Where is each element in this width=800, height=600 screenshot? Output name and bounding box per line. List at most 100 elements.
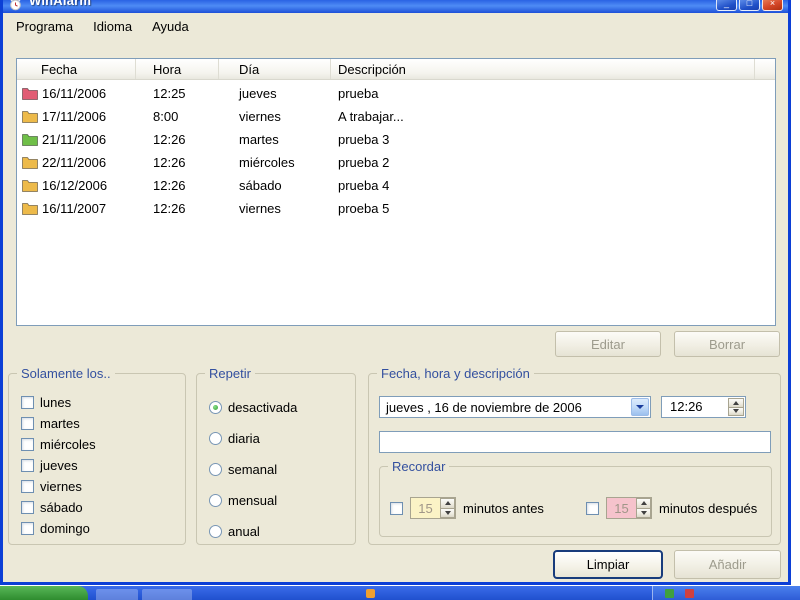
chevron-down-icon[interactable] [631, 398, 649, 416]
description-input[interactable] [379, 431, 771, 453]
list-row[interactable]: 16/11/2007 12:26 viernes proeba 5 [17, 197, 775, 220]
tray-flag-icon[interactable] [685, 589, 694, 598]
start-button[interactable] [0, 586, 88, 600]
notification-icon[interactable] [366, 589, 375, 598]
radio-mensual[interactable]: mensual [209, 493, 297, 508]
radio-label: diaria [228, 430, 260, 446]
remind-after-label: minutos después [659, 500, 758, 516]
group-recordar-title: Recordar [388, 459, 450, 474]
checkbox-box[interactable] [21, 479, 34, 493]
checkbox-box[interactable] [21, 395, 34, 409]
cell-dia: martes [239, 132, 279, 147]
checkbox-martes[interactable]: martes [21, 415, 96, 431]
radio-label: semanal [228, 461, 278, 477]
cell-descripcion: prueba [338, 86, 379, 101]
cell-hora: 12:26 [153, 155, 186, 170]
spin-up-button[interactable] [636, 498, 651, 509]
cell-descripcion: prueba 3 [338, 132, 390, 147]
checkbox-sabado[interactable]: sábado [21, 499, 96, 515]
menu-item-idioma[interactable]: Idioma [83, 15, 142, 38]
checkbox-box[interactable] [21, 521, 34, 535]
time-spinner[interactable]: 12:26 [661, 396, 746, 418]
checkbox-box[interactable] [21, 458, 34, 472]
checkbox-label: viernes [40, 478, 82, 494]
spin-up-button[interactable] [440, 498, 455, 509]
checkbox-domingo[interactable]: domingo [21, 521, 96, 536]
cell-descripcion: A trabajar... [338, 109, 404, 124]
radio-semanal[interactable]: semanal [209, 461, 297, 477]
menu-item-ayuda[interactable]: Ayuda [142, 15, 199, 38]
cell-dia: sábado [239, 178, 282, 193]
header-spacer [755, 59, 775, 79]
spin-down-button[interactable] [636, 508, 651, 518]
radio-circle[interactable] [209, 462, 222, 476]
radio-circle[interactable] [209, 524, 222, 538]
cell-descripcion: prueba 4 [338, 178, 390, 193]
remind-after-checkbox[interactable] [586, 501, 599, 515]
radio-anual[interactable]: anual [209, 524, 297, 539]
remind-before-label: minutos antes [463, 500, 544, 516]
cell-dia: jueves [239, 86, 277, 101]
tray-shield-icon[interactable] [665, 589, 674, 598]
checkbox-box[interactable] [21, 416, 34, 430]
header-dia[interactable]: Día [219, 59, 331, 79]
date-combobox[interactable]: jueves , 16 de noviembre de 2006 [379, 396, 651, 418]
anadir-button[interactable]: Añadir [674, 550, 781, 579]
header-hora[interactable]: Hora [136, 59, 219, 79]
checkbox-box[interactable] [21, 437, 34, 451]
cell-descripcion: proeba 5 [338, 201, 390, 216]
menu-item-programa[interactable]: Programa [6, 15, 83, 38]
cell-hora: 12:26 [153, 201, 186, 216]
taskbar [0, 586, 800, 600]
remind-before-checkbox[interactable] [390, 501, 403, 515]
cell-dia: miércoles [239, 155, 295, 170]
editar-button[interactable]: Editar [555, 331, 661, 357]
remind-before-row: 15 minutos antes [390, 497, 544, 519]
header-fecha[interactable]: Fecha [17, 59, 136, 79]
remind-after-row: 15 minutos después [586, 497, 757, 519]
checkbox-label: martes [40, 415, 80, 431]
radio-circle[interactable] [209, 400, 222, 414]
titlebar[interactable]: WinAlarm _ □ × [3, 0, 788, 13]
taskbar-button[interactable] [96, 589, 138, 600]
radio-desactivada[interactable]: desactivada [209, 400, 297, 415]
limpiar-button[interactable]: Limpiar [553, 550, 663, 579]
remind-before-spinner[interactable]: 15 [410, 497, 456, 519]
maximize-button[interactable]: □ [739, 0, 760, 11]
taskbar-button[interactable] [142, 589, 192, 600]
header-descripcion[interactable]: Descripción [331, 59, 755, 79]
cell-dia: viernes [239, 201, 281, 216]
cell-hora: 12:26 [153, 132, 186, 147]
day-checkbox-list: lunes martes miércoles jueves viernes sá… [21, 395, 96, 536]
checkbox-viernes[interactable]: viernes [21, 478, 96, 494]
folder-icon [22, 133, 38, 146]
spin-up-button[interactable] [728, 398, 744, 408]
list-row[interactable]: 21/11/2006 12:26 martes prueba 3 [17, 128, 775, 151]
checkbox-lunes[interactable]: lunes [21, 395, 96, 410]
spin-down-button[interactable] [728, 407, 744, 416]
remind-before-value: 15 [411, 498, 440, 518]
checkbox-box[interactable] [21, 500, 34, 514]
radio-circle[interactable] [209, 431, 222, 445]
cell-fecha: 16/12/2006 [42, 178, 108, 193]
list-row[interactable]: 22/11/2006 12:26 miércoles prueba 2 [17, 151, 775, 174]
radio-circle[interactable] [209, 493, 222, 507]
close-button[interactable]: × [762, 0, 783, 11]
minimize-button[interactable]: _ [716, 0, 737, 11]
list-row[interactable]: 16/12/2006 12:26 sábado prueba 4 [17, 174, 775, 197]
checkbox-label: sábado [40, 499, 83, 515]
list-row[interactable]: 16/11/2006 12:25 jueves prueba [17, 82, 775, 105]
remind-after-spinner[interactable]: 15 [606, 497, 652, 519]
spin-down-button[interactable] [440, 508, 455, 518]
checkbox-miercoles[interactable]: miércoles [21, 437, 96, 452]
cell-hora: 8:00 [153, 109, 179, 124]
list-row[interactable]: 17/11/2006 8:00 viernes A trabajar... [17, 105, 775, 128]
checkbox-jueves[interactable]: jueves [21, 458, 96, 473]
cell-hora: 12:26 [153, 178, 186, 193]
radio-diaria[interactable]: diaria [209, 430, 297, 446]
cell-fecha: 21/11/2006 [42, 132, 107, 147]
folder-icon [22, 156, 38, 169]
borrar-button[interactable]: Borrar [674, 331, 780, 357]
cell-hora: 12:25 [153, 86, 186, 101]
folder-icon [22, 87, 38, 100]
